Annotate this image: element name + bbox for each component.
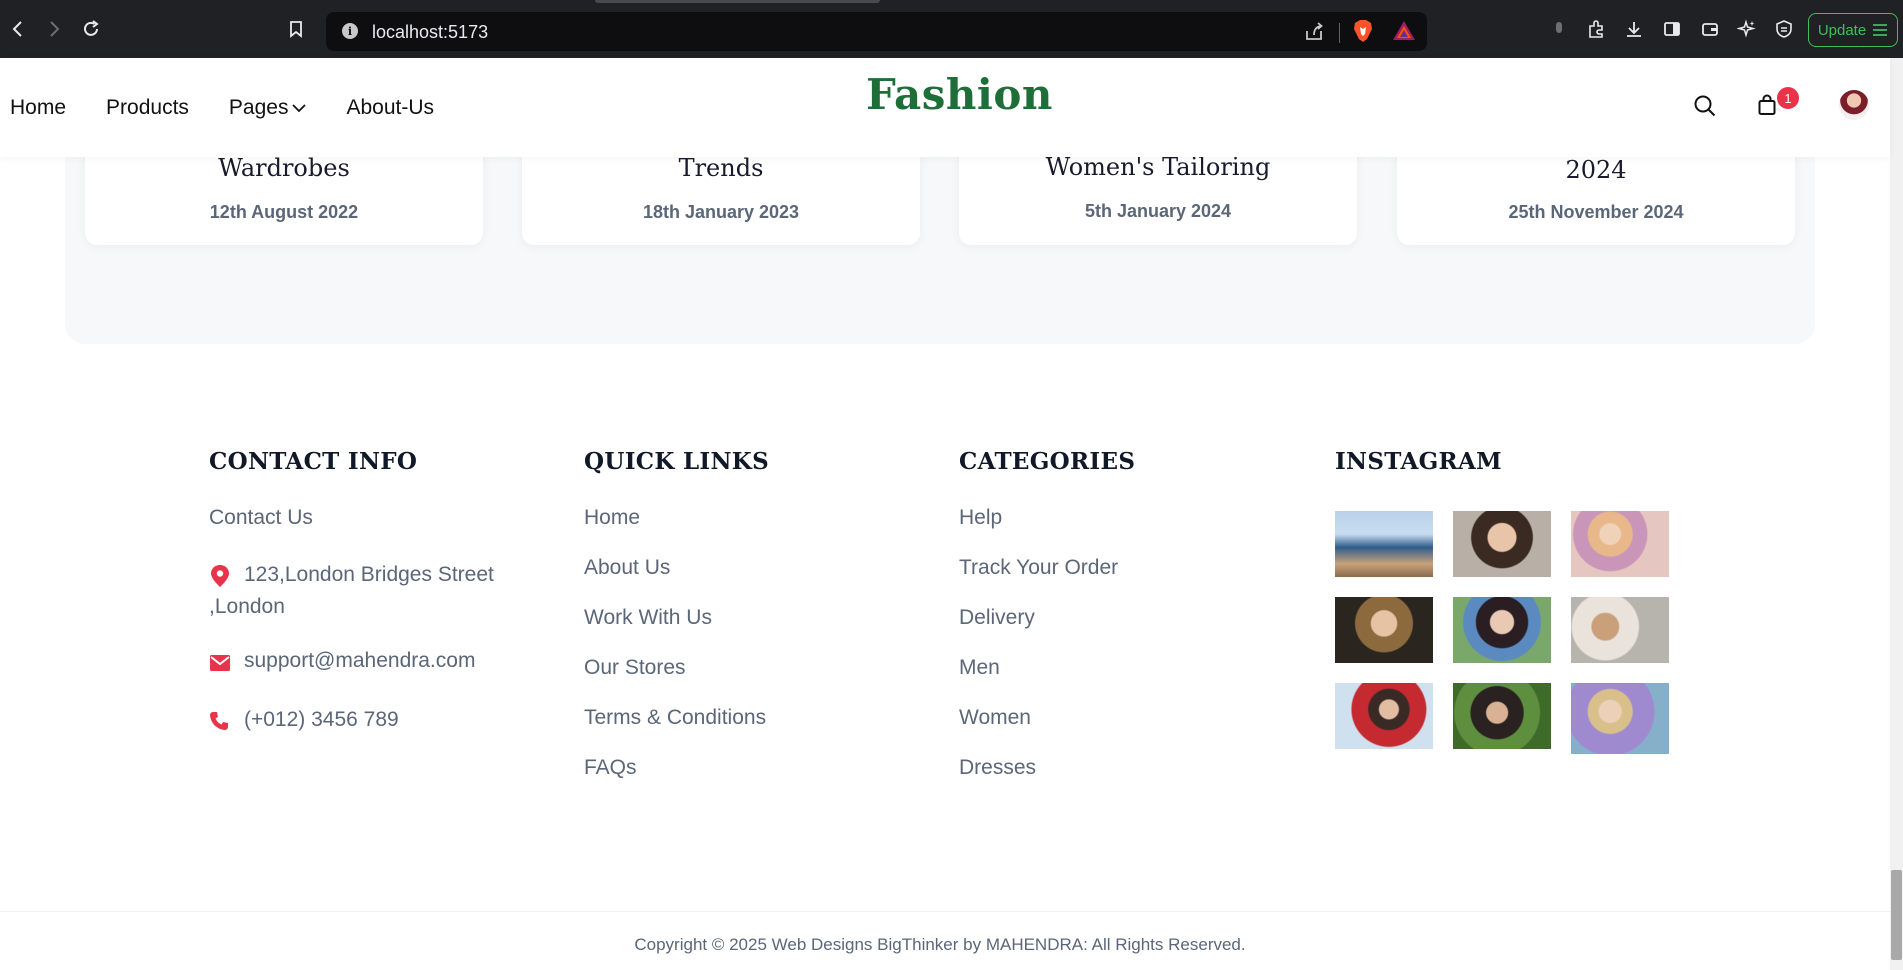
avatar[interactable] — [1839, 90, 1869, 120]
main-nav: Home Products Pages About-Us — [10, 96, 434, 120]
footer-categories-column: CATEGORIES Help Track Your Order Deliver… — [959, 448, 1259, 805]
category-help[interactable]: Help — [959, 505, 1259, 555]
contact-email-link[interactable]: support@mahendra.com — [244, 645, 475, 682]
blog-card-title[interactable]: Women's Tailoring — [959, 153, 1357, 181]
category-delivery[interactable]: Delivery — [959, 605, 1259, 655]
footer-contact-heading: CONTACT INFO — [209, 448, 418, 475]
quick-link-terms[interactable]: Terms & Conditions — [584, 705, 884, 755]
bookmark-icon[interactable] — [282, 15, 310, 43]
info-icon[interactable]: i — [342, 23, 358, 39]
page-scrollbar-thumb[interactable] — [1891, 870, 1902, 960]
contact-address: 123,London Bridges Street ,London — [209, 559, 539, 623]
brave-rewards-icon[interactable] — [1392, 20, 1416, 47]
category-men[interactable]: Men — [959, 655, 1259, 705]
nav-pages[interactable]: Pages — [229, 96, 307, 120]
instagram-photo[interactable] — [1571, 511, 1669, 577]
contact-us-link[interactable]: Contact Us — [209, 505, 539, 559]
quick-link-home[interactable]: Home — [584, 505, 884, 555]
category-track-order[interactable]: Track Your Order — [959, 555, 1259, 605]
update-label: Update — [1817, 21, 1867, 39]
instagram-photo[interactable] — [1335, 683, 1433, 749]
extensions-icon[interactable] — [1582, 15, 1610, 43]
url-text: localhost:5173 — [372, 22, 489, 42]
share-icon[interactable] — [1303, 21, 1325, 48]
category-women[interactable]: Women — [959, 705, 1259, 755]
reload-icon[interactable] — [77, 15, 105, 43]
search-icon[interactable] — [1693, 94, 1717, 123]
mic-icon[interactable] — [1545, 15, 1573, 43]
urlbar-separator — [1339, 23, 1340, 43]
update-button[interactable]: Update — [1808, 13, 1898, 47]
site-header: Home Products Pages About-Us Fashion 1 — [0, 58, 1890, 157]
menu-icon — [1873, 24, 1888, 36]
contact-phone-text[interactable]: (+012) 3456 789 — [244, 704, 399, 741]
blog-card-title[interactable]: Wardrobes — [85, 154, 483, 182]
contact-email: support@mahendra.com — [209, 645, 539, 682]
active-tab-edge — [595, 0, 880, 3]
footer-instagram-heading: INSTAGRAM — [1335, 448, 1502, 475]
footer-quick-links-heading: QUICK LINKS — [584, 448, 770, 475]
address-bar[interactable]: i localhost:5173 — [326, 12, 1427, 51]
instagram-photo[interactable] — [1335, 511, 1433, 577]
footer-contact-column: CONTACT INFO Contact Us 123,London Bridg… — [209, 448, 539, 741]
blog-card-date: 12th August 2022 — [209, 202, 359, 222]
instagram-photo[interactable] — [1453, 511, 1551, 577]
cart-count-badge: 1 — [1777, 87, 1799, 109]
site-logo[interactable]: Fashion — [866, 70, 1053, 119]
footer-divider — [0, 911, 1890, 912]
footer-instagram-column: INSTAGRAM — [1335, 448, 1675, 505]
blog-card-date: 25th November 2024 — [1508, 202, 1684, 222]
downloads-icon[interactable] — [1620, 15, 1648, 43]
vpn-icon[interactable] — [1770, 15, 1798, 43]
instagram-photo[interactable] — [1571, 597, 1669, 663]
contact-phone: (+012) 3456 789 — [209, 704, 539, 741]
quick-link-faqs[interactable]: FAQs — [584, 755, 884, 805]
nav-products[interactable]: Products — [106, 96, 189, 120]
instagram-photo[interactable] — [1571, 683, 1669, 754]
instagram-photo[interactable] — [1453, 683, 1551, 749]
blog-card-title[interactable]: 2024 — [1397, 156, 1795, 184]
wallet-icon[interactable] — [1696, 15, 1724, 43]
instagram-photo[interactable] — [1453, 597, 1551, 663]
phone-icon — [209, 704, 234, 741]
blog-card-date: 5th January 2024 — [1084, 201, 1232, 221]
chevron-down-icon — [292, 104, 307, 113]
page-scrollbar-track[interactable] — [1890, 58, 1903, 970]
blog-card-title[interactable]: Trends — [522, 154, 920, 182]
forward-icon[interactable] — [40, 15, 68, 43]
quick-link-work-with-us[interactable]: Work With Us — [584, 605, 884, 655]
quick-link-about-us[interactable]: About Us — [584, 555, 884, 605]
nav-pages-label: Pages — [228, 96, 289, 119]
nav-about-label: About-Us — [346, 96, 434, 119]
brave-shield-icon[interactable] — [1352, 19, 1374, 48]
back-icon[interactable] — [4, 15, 32, 43]
footer-quick-links-column: QUICK LINKS Home About Us Work With Us O… — [584, 448, 884, 805]
nav-home[interactable]: Home — [10, 96, 66, 120]
category-dresses[interactable]: Dresses — [959, 755, 1259, 805]
sidebar-icon[interactable] — [1658, 15, 1686, 43]
mail-icon — [209, 645, 234, 682]
footer-categories-heading: CATEGORIES — [959, 448, 1136, 475]
instagram-photo[interactable] — [1335, 597, 1433, 663]
leo-icon[interactable] — [1733, 15, 1761, 43]
nav-products-label: Products — [106, 96, 189, 119]
nav-home-label: Home — [10, 96, 67, 119]
blog-card-date: 18th January 2023 — [642, 202, 800, 222]
copyright-text: Copyright © 2025 Web Designs BigThinker … — [634, 935, 1246, 954]
browser-toolbar: i localhost:5173 Update — [0, 0, 1903, 59]
nav-about-us[interactable]: About-Us — [346, 96, 434, 120]
contact-address-text: 123,London Bridges Street ,London — [209, 563, 494, 618]
quick-link-our-stores[interactable]: Our Stores — [584, 655, 884, 705]
cart-icon[interactable] — [1757, 94, 1777, 121]
